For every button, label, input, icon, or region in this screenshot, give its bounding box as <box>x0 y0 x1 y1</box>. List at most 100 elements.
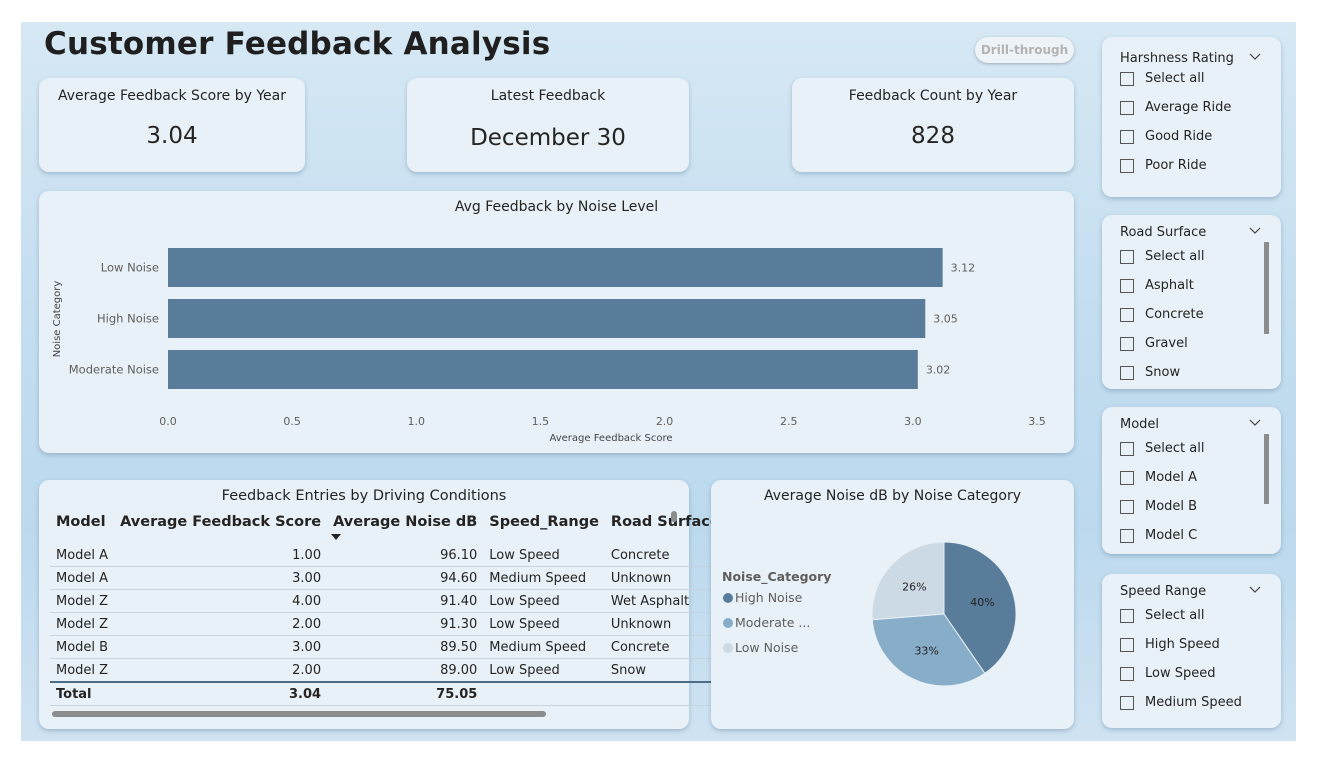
drill-through-button[interactable]: Drill-through <box>975 37 1074 63</box>
cell-avg-score: 2.00 <box>114 612 328 636</box>
cell-speed-range: Low Speed <box>483 544 605 567</box>
option-label: High Speed <box>1145 637 1220 652</box>
slicer-speed-range[interactable]: Speed Range Select all High Speed Low Sp… <box>1102 574 1281 728</box>
table-row[interactable]: Model Z 2.00 89.00 Low Speed Snow <box>50 658 726 683</box>
chevron-down-icon[interactable] <box>1249 53 1261 61</box>
checkbox[interactable] <box>1120 250 1134 264</box>
table-vertical-scrollbar[interactable] <box>671 511 677 522</box>
checkbox[interactable] <box>1120 529 1134 543</box>
checkbox[interactable] <box>1120 337 1134 351</box>
data-label: 3.02 <box>926 364 951 377</box>
slicer-title: Speed Range <box>1120 584 1207 599</box>
table-row[interactable]: Model A 3.00 94.60 Medium Speed Unknown <box>50 566 726 590</box>
cell-total-label: Total <box>50 681 115 706</box>
column-header-road-surface[interactable]: Road Surface <box>605 508 726 544</box>
kpi-card-latest-feedback[interactable]: Latest Feedback December 30 <box>407 78 689 172</box>
table-row[interactable]: Model B 3.00 89.50 Medium Speed Concrete <box>50 635 726 659</box>
slicer-model[interactable]: Model Select all Model A Model B Model C <box>1102 407 1281 554</box>
kpi-value: 3.04 <box>146 123 198 149</box>
option-label: Low Speed <box>1145 666 1216 681</box>
table-horizontal-scrollbar[interactable] <box>52 711 546 717</box>
checkbox[interactable] <box>1120 366 1134 380</box>
slicer-scrollbar[interactable] <box>1264 434 1269 504</box>
checkbox[interactable] <box>1120 72 1134 86</box>
chevron-down-icon[interactable] <box>1249 586 1261 594</box>
bar-high-noise[interactable] <box>168 299 926 338</box>
checkbox[interactable] <box>1120 308 1134 322</box>
column-header-speed-range[interactable]: Speed_Range <box>483 508 605 544</box>
cell-model: Model Z <box>50 612 115 636</box>
cell-speed-range: Low Speed <box>483 658 605 683</box>
bar-chart[interactable]: Noise Category Average Feedback Score Lo… <box>39 191 1074 453</box>
bar-moderate-noise[interactable] <box>168 350 918 389</box>
kpi-card-feedback-count[interactable]: Feedback Count by Year 828 <box>792 78 1074 172</box>
pie-chart[interactable]: 40% 33% 26% <box>711 480 1074 729</box>
slicer-title: Model <box>1120 417 1160 432</box>
option-label: Good Ride <box>1145 129 1213 144</box>
x-axis-label: Average Feedback Score <box>549 433 672 444</box>
column-header-avg-score[interactable]: Average Feedback Score <box>114 508 327 544</box>
column-header-avg-noise[interactable]: Average Noise dB <box>327 508 483 544</box>
slicer-title: Road Surface <box>1120 225 1207 240</box>
cell-avg-noise: 91.40 <box>327 589 484 613</box>
column-header-model[interactable]: Model <box>50 508 114 544</box>
pie-data-label: 33% <box>914 644 938 657</box>
cell-total-avg-noise: 75.05 <box>327 681 484 706</box>
bar-chart-card[interactable]: Avg Feedback by Noise Level Noise Catego… <box>39 191 1074 453</box>
option-label: Select all <box>1145 608 1205 623</box>
checkbox[interactable] <box>1120 279 1134 293</box>
checkbox[interactable] <box>1120 442 1134 456</box>
x-tick-label: 2.5 <box>780 415 798 428</box>
option-label: Snow <box>1145 365 1181 380</box>
cell-avg-score: 1.00 <box>114 544 328 567</box>
table-row[interactable]: Model A 1.00 96.10 Low Speed Concrete <box>50 544 726 567</box>
slicer-scrollbar[interactable] <box>1264 242 1269 334</box>
cell-total-speed-range <box>483 681 605 706</box>
table-header-row: Model Average Feedback Score Average Noi… <box>50 508 726 544</box>
checkbox[interactable] <box>1120 101 1134 115</box>
option-label: Poor Ride <box>1145 158 1207 173</box>
option-label: Model C <box>1145 528 1198 543</box>
table-row[interactable]: Model Z 2.00 91.30 Low Speed Unknown <box>50 612 726 636</box>
kpi-title: Average Feedback Score by Year <box>58 88 286 104</box>
x-tick-label: 1.5 <box>532 415 550 428</box>
cell-total-road-surface <box>604 681 726 706</box>
checkbox[interactable] <box>1120 500 1134 514</box>
cell-total-avg-score: 3.04 <box>114 681 328 706</box>
checkbox[interactable] <box>1120 130 1134 144</box>
cell-avg-score: 3.00 <box>114 566 328 590</box>
cell-road-surface: Concrete <box>604 635 726 659</box>
kpi-card-avg-score[interactable]: Average Feedback Score by Year 3.04 <box>39 78 305 172</box>
option-label: Medium Speed <box>1145 695 1242 710</box>
checkbox[interactable] <box>1120 159 1134 173</box>
slicer-harshness-rating[interactable]: Harshness Rating Select all Average Ride… <box>1102 37 1281 197</box>
checkbox[interactable] <box>1120 471 1134 485</box>
option-label: Gravel <box>1145 336 1188 351</box>
slicer-road-surface[interactable]: Road Surface Select all Asphalt Concrete… <box>1102 215 1281 389</box>
cell-avg-score: 4.00 <box>114 589 328 613</box>
chevron-down-icon[interactable] <box>1249 419 1261 427</box>
checkbox[interactable] <box>1120 667 1134 681</box>
option-label: Average Ride <box>1145 100 1232 115</box>
checkbox[interactable] <box>1120 609 1134 623</box>
option-label: Select all <box>1145 71 1205 86</box>
sort-descending-icon <box>331 534 342 540</box>
kpi-title: Latest Feedback <box>490 88 606 104</box>
cell-road-surface: Concrete <box>604 544 726 567</box>
table-card[interactable]: Feedback Entries by Driving Conditions M… <box>39 480 726 729</box>
cell-avg-noise: 91.30 <box>327 612 484 636</box>
bar-low-noise[interactable] <box>168 248 943 287</box>
cell-model: Model Z <box>50 589 115 613</box>
checkbox[interactable] <box>1120 638 1134 652</box>
chevron-down-icon[interactable] <box>1249 227 1261 235</box>
table-row[interactable]: Model Z 4.00 91.40 Low Speed Wet Asphalt <box>50 589 726 613</box>
option-label: Model B <box>1145 499 1198 514</box>
kpi-title: Feedback Count by Year <box>848 88 1018 104</box>
pie-data-label: 40% <box>970 596 994 609</box>
pie-chart-card[interactable]: Average Noise dB by Noise Category Noise… <box>711 480 1074 729</box>
x-tick-label: 3.5 <box>1028 415 1046 428</box>
checkbox[interactable] <box>1120 696 1134 710</box>
kpi-value: 828 <box>911 123 955 149</box>
y-tick-label: High Noise <box>97 312 159 326</box>
cell-avg-noise: 89.50 <box>327 635 484 659</box>
